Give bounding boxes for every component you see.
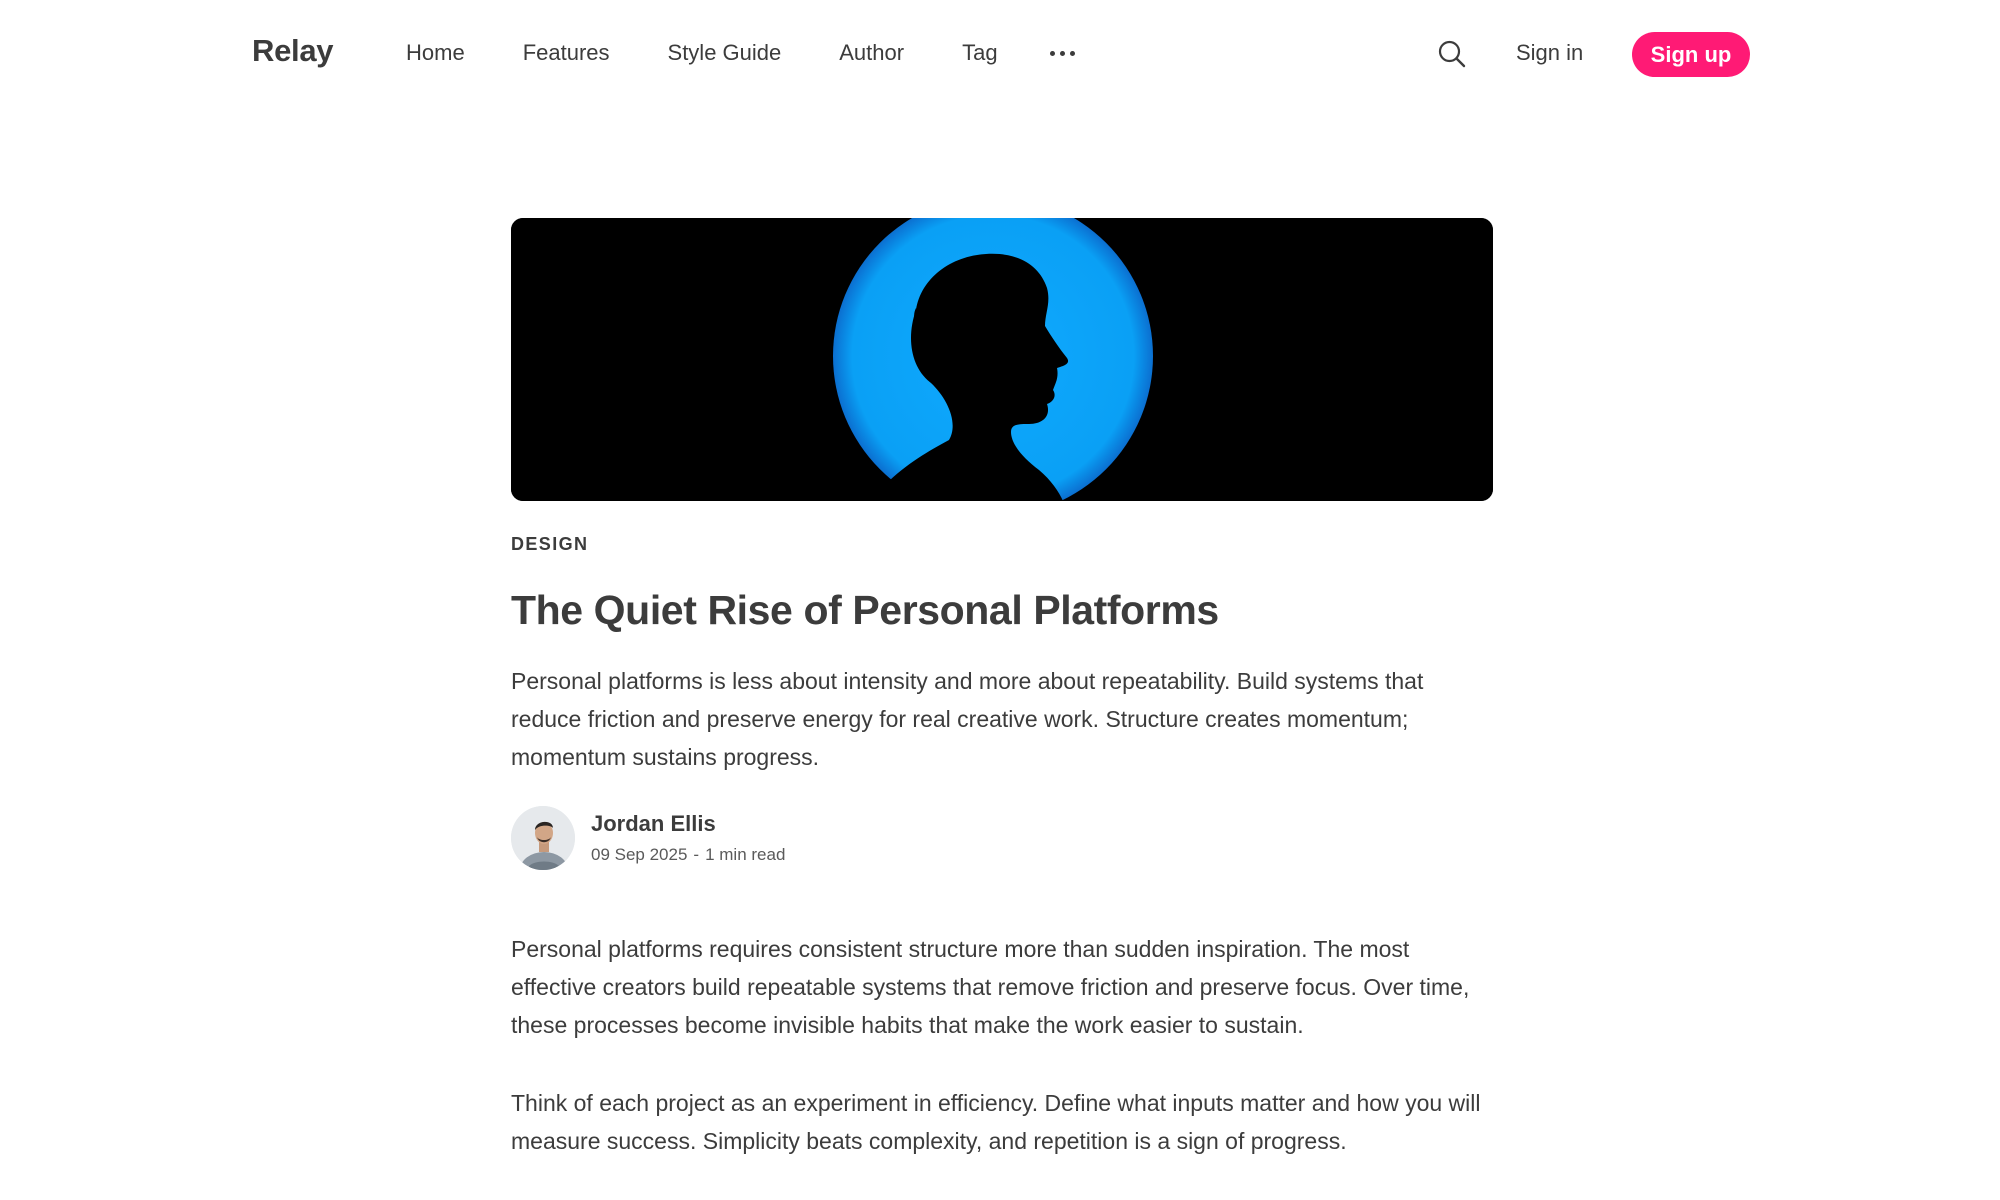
- author-info: Jordan Ellis 09 Sep 2025 - 1 min read: [591, 811, 785, 865]
- nav-item-style-guide[interactable]: Style Guide: [668, 40, 782, 66]
- site-header: Relay Home Features Style Guide Author T…: [0, 0, 2000, 108]
- sign-up-button[interactable]: Sign up: [1632, 32, 1750, 77]
- read-time: 1 min read: [705, 845, 786, 865]
- hero-image: [511, 218, 1493, 501]
- sign-in-link[interactable]: Sign in: [1516, 40, 1583, 66]
- ellipsis-icon[interactable]: [1049, 41, 1075, 65]
- publish-date: 09 Sep 2025: [591, 845, 688, 865]
- nav-item-tag[interactable]: Tag: [962, 40, 997, 66]
- nav-item-author[interactable]: Author: [839, 40, 904, 66]
- article-excerpt: Personal platforms is less about intensi…: [511, 668, 1424, 771]
- meta-separator: -: [693, 845, 700, 865]
- body-paragraph: Think of each project as an experiment i…: [511, 1090, 1481, 1155]
- dot: [1069, 50, 1075, 56]
- author-avatar[interactable]: [511, 806, 575, 871]
- dot: [1059, 50, 1065, 56]
- author-name[interactable]: Jordan Ellis: [591, 811, 785, 837]
- dot: [1049, 50, 1055, 56]
- article-title: The Quiet Rise of Personal Platforms: [511, 587, 1219, 633]
- article: DESIGN The Quiet Rise of Personal Platfo…: [511, 218, 1493, 1200]
- article-meta: 09 Sep 2025 - 1 min read: [591, 845, 785, 865]
- author-byline: Jordan Ellis 09 Sep 2025 - 1 min read: [511, 806, 1493, 871]
- search-icon[interactable]: [1437, 39, 1467, 69]
- nav-item-features[interactable]: Features: [523, 40, 610, 66]
- article-tag[interactable]: DESIGN: [511, 534, 588, 555]
- site-logo[interactable]: Relay: [252, 33, 334, 69]
- body-paragraph: Personal platforms requires consistent s…: [511, 936, 1470, 1039]
- nav-item-home[interactable]: Home: [406, 40, 465, 66]
- article-body: Personal platforms requires consistent s…: [511, 930, 1493, 1160]
- main-nav: Home Features Style Guide Author Tag: [406, 40, 1075, 66]
